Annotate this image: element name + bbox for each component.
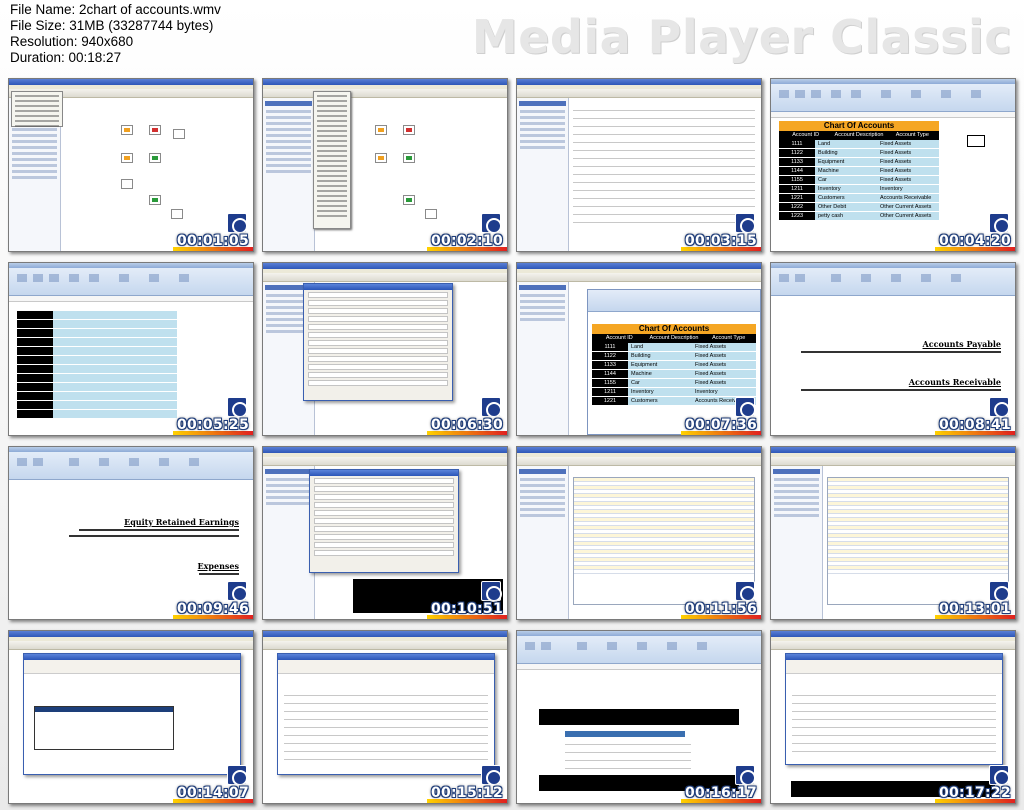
thumbnail-16[interactable]: 00:17:22 [770,630,1016,804]
channel-logo-icon [481,213,502,234]
channel-logo-icon [735,213,756,234]
channel-logo-icon [735,581,756,602]
channel-logo-icon [989,397,1010,418]
account-list [573,477,755,605]
timestamp: 00:16:17 [684,785,757,801]
thumbnail-9[interactable]: Equity Retained Earnings Expenses 00:09:… [8,446,254,620]
thumbnail-3[interactable]: 00:03:15 [516,78,762,252]
thumbnail-6[interactable]: 00:06:30 [262,262,508,436]
table-row: 1133 Equipment Fixed Assets [779,158,939,167]
table-row: 1211 Inventory Inventory [779,185,939,194]
doc-heading: Accounts Payable [922,339,1001,349]
timestamp: 00:03:15 [684,233,757,249]
thumbnail-15[interactable]: 00:16:17 [516,630,762,804]
channel-logo-icon [227,581,248,602]
file-info: File Name: 2chart of accounts.wmv File S… [10,2,221,66]
timestamp: 00:11:56 [684,601,757,617]
dialog-window [309,469,459,573]
channel-logo-icon [989,213,1010,234]
duration: Duration: 00:18:27 [10,50,122,65]
table-row: 1155 Car Fixed Assets [779,176,939,185]
chart-of-accounts-sheet: Chart Of Accounts Account ID Account Des… [779,121,939,221]
journal-window [785,653,1003,765]
dropdown-menu [313,91,351,229]
channel-logo-icon [227,397,248,418]
thumbnail-grid: 00:01:05 00:02:10 00:03:15 Chart Of Acco… [8,78,1016,804]
thumbnail-10[interactable]: 00:10:51 [262,446,508,620]
thumbnail-12[interactable]: 00:13:01 [770,446,1016,620]
timestamp: 00:10:51 [430,601,503,617]
thumbnail-4[interactable]: Chart Of Accounts Account ID Account Des… [770,78,1016,252]
table-row: 1144 Machine Fixed Assets [779,167,939,176]
channel-logo-icon [735,397,756,418]
thumbnail-5[interactable]: 00:05:25 [8,262,254,436]
file-size: File Size: 31MB (33287744 bytes) [10,18,214,33]
journal-window [277,653,495,775]
timestamp: 00:02:10 [430,233,503,249]
sheet-title: Chart Of Accounts [779,121,939,131]
timestamp: 00:09:46 [176,601,249,617]
timestamp: 00:08:41 [938,417,1011,433]
dialog-window [303,283,453,401]
timestamp: 00:13:01 [938,601,1011,617]
channel-logo-icon [735,765,756,786]
channel-logo-icon [989,765,1010,786]
col-header: Account Type [895,132,929,138]
timestamp: 00:01:05 [176,233,249,249]
thumbnail-11[interactable]: 00:11:56 [516,446,762,620]
thumbnail-14[interactable]: 00:15:12 [262,630,508,804]
timestamp: 00:06:30 [430,417,503,433]
channel-logo-icon [481,397,502,418]
timestamp: 00:05:25 [176,417,249,433]
timestamp: 00:17:22 [938,785,1011,801]
thumbnail-7[interactable]: Chart Of Accounts Account ID Account Desc… [516,262,762,436]
channel-logo-icon [989,581,1010,602]
journal-window [23,653,241,775]
doc-heading: Accounts Receivable [908,377,1001,387]
timestamp: 00:07:36 [684,417,757,433]
thumbnail-1[interactable]: 00:01:05 [8,78,254,252]
channel-logo-icon [227,765,248,786]
table-row: 1223 petty cash Other Current Assets [779,212,939,221]
file-name: File Name: 2chart of accounts.wmv [10,2,221,17]
col-header: Account ID [792,132,820,138]
doc-heading: Equity Retained Earnings [124,517,239,527]
thumbnail-13[interactable]: 00:14:07 [8,630,254,804]
table-row: 1122 Building Fixed Assets [779,149,939,158]
doc-heading: Expenses [197,561,239,571]
channel-logo-icon [227,213,248,234]
timestamp: 00:15:12 [430,785,503,801]
table-row: 1221 Customers Accounts Receivable [779,194,939,203]
channel-logo-icon [481,765,502,786]
resolution: Resolution: 940x680 [10,34,134,49]
table-row: 1111 Land Fixed Assets [779,140,939,149]
col-header: Account Description [834,132,884,138]
timestamp: 00:14:07 [176,785,249,801]
channel-logo-icon [481,581,502,602]
thumbnail-8[interactable]: Accounts Payable Accounts Receivable 00:… [770,262,1016,436]
dropdown-menu [11,91,63,127]
account-list [827,477,1009,605]
table-row: 1222 Other Debit Other Current Assets [779,203,939,212]
timestamp: 00:04:20 [938,233,1011,249]
brand-watermark: Media Player Classic [471,10,1012,64]
thumbnail-2[interactable]: 00:02:10 [262,78,508,252]
